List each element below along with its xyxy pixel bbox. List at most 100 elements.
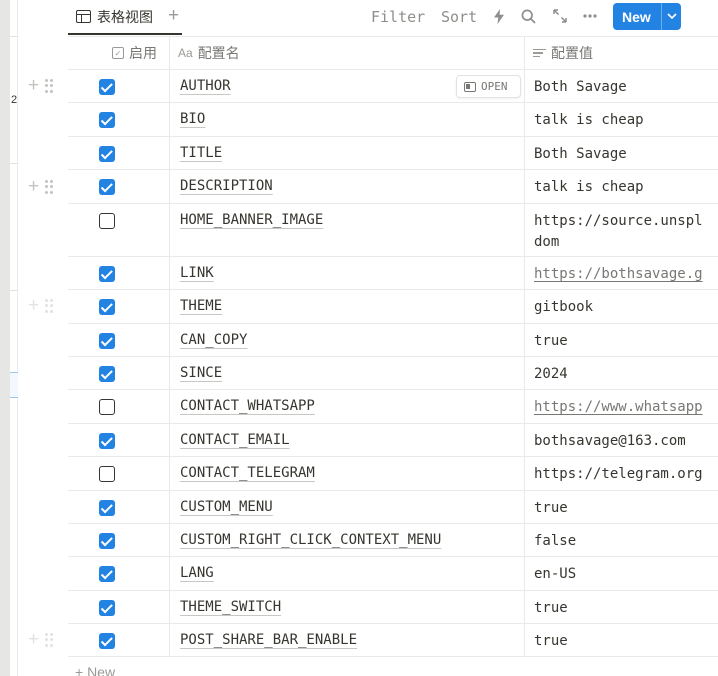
header-value[interactable]: 配置值: [525, 37, 718, 69]
table-row[interactable]: THEME gitbook: [68, 290, 718, 324]
config-value-cell[interactable]: https://bothsavage.g: [525, 257, 718, 289]
table-row[interactable]: POST_SHARE_BAR_ENABLE true: [68, 624, 718, 657]
new-button[interactable]: New: [613, 3, 681, 30]
open-page-button[interactable]: OPEN: [456, 75, 521, 98]
config-value-cell[interactable]: true: [525, 591, 718, 623]
config-name-cell[interactable]: CONTACT_EMAIL: [170, 424, 525, 456]
drag-handle-icon[interactable]: [45, 299, 54, 313]
enabled-checkbox[interactable]: [99, 112, 115, 128]
config-name-cell[interactable]: DESCRIPTION: [170, 170, 525, 203]
config-value-cell[interactable]: Both Savage: [525, 137, 718, 169]
enabled-checkbox[interactable]: [99, 633, 115, 649]
config-value-cell[interactable]: https://www.whatsapp: [525, 390, 718, 423]
config-name-cell[interactable]: CUSTOM_RIGHT_CLICK_CONTEXT_MENU: [170, 524, 525, 556]
chevron-down-icon[interactable]: [662, 11, 681, 22]
add-row-icon[interactable]: +: [28, 296, 39, 315]
diagonal-arrows-icon[interactable]: [550, 6, 570, 26]
config-name-cell[interactable]: POST_SHARE_BAR_ENABLE: [170, 624, 525, 656]
filter-button[interactable]: Filter: [371, 8, 425, 26]
config-name-cell[interactable]: SINCE: [170, 357, 525, 389]
config-name-cell[interactable]: LANG: [170, 557, 525, 590]
config-name-cell[interactable]: CAN_COPY: [170, 324, 525, 356]
enabled-checkbox[interactable]: [99, 266, 115, 282]
config-name-cell[interactable]: CUSTOM_MENU: [170, 491, 525, 523]
enabled-checkbox[interactable]: [99, 299, 115, 315]
more-dots-icon[interactable]: [580, 6, 600, 26]
config-name-cell[interactable]: THEME_SWITCH: [170, 591, 525, 623]
lightning-icon[interactable]: [489, 6, 509, 26]
table-row[interactable]: AUTHOR OPEN Both Savage: [68, 70, 718, 103]
config-value-cell[interactable]: gitbook: [525, 290, 718, 323]
table-row[interactable]: LINK https://bothsavage.g: [68, 257, 718, 290]
enabled-checkbox[interactable]: [99, 146, 115, 162]
row-actions[interactable]: +: [28, 630, 54, 649]
config-value-cell[interactable]: false: [525, 524, 718, 556]
enabled-checkbox[interactable]: [99, 466, 115, 482]
add-row-icon[interactable]: +: [28, 630, 39, 649]
table-row[interactable]: CAN_COPY true: [68, 324, 718, 357]
add-row-icon[interactable]: +: [28, 177, 39, 196]
config-name-cell[interactable]: HOME_BANNER_IMAGE: [170, 204, 525, 256]
enabled-checkbox[interactable]: [99, 500, 115, 516]
enabled-checkbox[interactable]: [99, 213, 115, 229]
table-row[interactable]: CUSTOM_MENU true: [68, 491, 718, 524]
enabled-checkbox[interactable]: [99, 566, 115, 582]
table-row[interactable]: CONTACT_TELEGRAM https://telegram.org: [68, 457, 718, 491]
enabled-checkbox[interactable]: [99, 366, 115, 382]
window-scrollbar[interactable]: [0, 0, 10, 676]
table-row[interactable]: CONTACT_WHATSAPP https://www.whatsapp: [68, 390, 718, 424]
table-row[interactable]: LANG en-US: [68, 557, 718, 591]
config-value-cell[interactable]: talk is cheap: [525, 170, 718, 203]
drag-handle-icon[interactable]: [45, 180, 54, 194]
config-name-cell[interactable]: TITLE: [170, 137, 525, 169]
enabled-checkbox[interactable]: [99, 533, 115, 549]
enabled-checkbox[interactable]: [99, 179, 115, 195]
enabled-checkbox[interactable]: [99, 600, 115, 616]
header-enabled[interactable]: ✓ 启用: [68, 37, 170, 69]
sidebar-selected-item[interactable]: [10, 372, 18, 398]
text-property-icon: Aa: [178, 46, 193, 60]
table-row[interactable]: TITLE Both Savage: [68, 137, 718, 170]
config-value-cell[interactable]: true: [525, 624, 718, 656]
row-actions[interactable]: +: [28, 76, 54, 95]
config-value[interactable]: https://www.whatsapp: [534, 399, 703, 415]
config-value-cell[interactable]: bothsavage@163.com: [525, 424, 718, 456]
config-value-cell[interactable]: true: [525, 491, 718, 523]
drag-handle-icon[interactable]: [45, 633, 54, 647]
config-name-cell[interactable]: THEME: [170, 290, 525, 323]
header-name[interactable]: Aa 配置名: [170, 37, 525, 69]
drag-handle-icon[interactable]: [45, 79, 54, 93]
table-row[interactable]: CONTACT_EMAIL bothsavage@163.com: [68, 424, 718, 457]
table-row[interactable]: CUSTOM_RIGHT_CLICK_CONTEXT_MENU false: [68, 524, 718, 557]
enabled-checkbox[interactable]: [99, 79, 115, 95]
add-new-row-button[interactable]: + New: [75, 664, 115, 676]
tab-table-view[interactable]: 表格视图: [68, 0, 182, 35]
config-name-cell[interactable]: LINK: [170, 257, 525, 289]
config-name-cell[interactable]: CONTACT_WHATSAPP: [170, 390, 525, 423]
sort-button[interactable]: Sort: [441, 8, 477, 26]
config-value-cell[interactable]: true: [525, 324, 718, 356]
config-value-cell[interactable]: https://telegram.org: [525, 457, 718, 490]
config-name-cell[interactable]: AUTHOR OPEN: [170, 70, 525, 102]
config-name-cell[interactable]: CONTACT_TELEGRAM: [170, 457, 525, 490]
table-row[interactable]: BIO talk is cheap: [68, 103, 718, 137]
config-value-cell[interactable]: talk is cheap: [525, 103, 718, 136]
config-value[interactable]: https://bothsavage.g: [534, 266, 703, 282]
table-row[interactable]: SINCE 2024: [68, 357, 718, 390]
config-value-cell[interactable]: Both Savage: [525, 70, 718, 102]
config-value-cell[interactable]: 2024: [525, 357, 718, 389]
row-actions[interactable]: +: [28, 296, 54, 315]
table-row[interactable]: DESCRIPTION talk is cheap: [68, 170, 718, 204]
table-row[interactable]: THEME_SWITCH true: [68, 591, 718, 624]
table-row[interactable]: HOME_BANNER_IMAGE https://source.unspl dom: [68, 204, 718, 257]
config-name-cell[interactable]: BIO: [170, 103, 525, 136]
enabled-checkbox[interactable]: [99, 433, 115, 449]
config-value-cell[interactable]: https://source.unspl dom: [525, 204, 718, 256]
config-value-cell[interactable]: en-US: [525, 557, 718, 590]
enabled-checkbox[interactable]: [99, 333, 115, 349]
enabled-checkbox[interactable]: [99, 399, 115, 415]
add-view-button[interactable]: +: [168, 6, 179, 26]
add-row-icon[interactable]: +: [28, 76, 39, 95]
search-icon[interactable]: [518, 6, 538, 26]
row-actions[interactable]: +: [28, 177, 54, 196]
